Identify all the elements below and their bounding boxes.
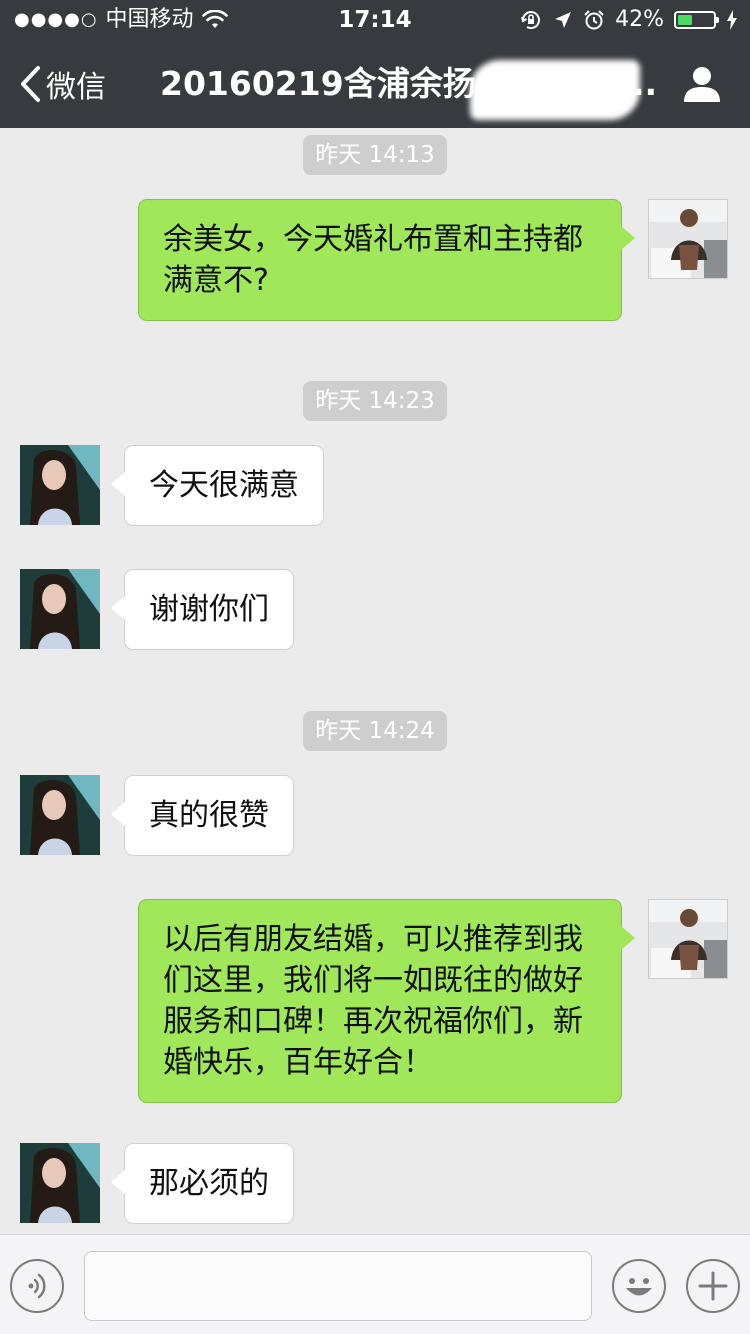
message-bubble-received[interactable]: 那必须的 bbox=[111, 1143, 294, 1224]
emoji-button[interactable] bbox=[612, 1259, 666, 1313]
message-text: 真的很赞 bbox=[149, 798, 269, 833]
avatar-image bbox=[649, 900, 727, 978]
message-list[interactable]: 昨天 14:13 余美女，今天婚礼布置和主持都满意不? 昨天 14:23 今天很… bbox=[0, 128, 750, 1234]
emoji-icon bbox=[626, 1278, 652, 1296]
message-text: 谢谢你们 bbox=[149, 592, 269, 627]
avatar-image bbox=[20, 1143, 100, 1223]
message-bubble-received[interactable]: 真的很赞 bbox=[111, 775, 294, 856]
chevron-left-icon bbox=[21, 66, 40, 102]
avatar-me[interactable] bbox=[648, 199, 728, 279]
voice-button[interactable] bbox=[10, 1259, 64, 1313]
message-input[interactable] bbox=[84, 1251, 592, 1321]
message-bubble-sent[interactable]: 以后有朋友结婚，可以推荐到我们这里，我们将一如既往的做好服务和口碑！再次祝福你们… bbox=[138, 899, 635, 1103]
voice-icon bbox=[28, 1273, 46, 1299]
message-bubble-received[interactable]: 谢谢你们 bbox=[111, 569, 294, 650]
charging-bolt-icon bbox=[727, 10, 737, 30]
plus-icon bbox=[698, 1271, 728, 1301]
input-bar bbox=[0, 1234, 750, 1334]
timestamp-label: 昨天 14:24 bbox=[303, 711, 447, 751]
navigation-bar: 微信 20160219含浦余扬 .. bbox=[0, 40, 750, 128]
avatar-contact[interactable] bbox=[20, 775, 100, 855]
timestamp: 昨天 14:23 bbox=[0, 381, 750, 421]
message-text: 以后有朋友结婚，可以推荐到我们这里，我们将一如既往的做好服务和口碑！再次祝福你们… bbox=[163, 922, 583, 1080]
timestamp-label: 昨天 14:13 bbox=[303, 135, 447, 175]
back-label: 微信 bbox=[46, 70, 106, 105]
avatar-me[interactable] bbox=[648, 899, 728, 979]
back-button[interactable]: 微信 bbox=[18, 60, 106, 108]
plus-button[interactable] bbox=[686, 1259, 740, 1313]
avatar-image bbox=[20, 445, 100, 525]
battery-icon bbox=[674, 11, 719, 29]
alarm-icon bbox=[584, 10, 604, 30]
message-bubble-received[interactable]: 今天很满意 bbox=[111, 445, 324, 526]
message-text: 那必须的 bbox=[149, 1166, 269, 1201]
avatar-contact[interactable] bbox=[20, 569, 100, 649]
title-ellipsis: .. bbox=[632, 64, 658, 103]
location-arrow-icon bbox=[555, 12, 572, 28]
top-bar: ●●●●○ 中国移动 17:14 42% 微信 20160219含浦余扬 .. bbox=[0, 0, 750, 128]
avatar-image bbox=[20, 569, 100, 649]
avatar-image bbox=[649, 200, 727, 278]
message-bubble-sent[interactable]: 余美女，今天婚礼布置和主持都满意不? bbox=[138, 199, 635, 321]
message-text: 余美女，今天婚礼布置和主持都满意不? bbox=[163, 222, 583, 298]
status-bar: ●●●●○ 中国移动 17:14 42% bbox=[0, 0, 750, 40]
person-icon[interactable] bbox=[682, 64, 722, 104]
timestamp: 昨天 14:13 bbox=[0, 135, 750, 175]
avatar-contact[interactable] bbox=[20, 445, 100, 525]
avatar-contact[interactable] bbox=[20, 1143, 100, 1223]
message-text: 今天很满意 bbox=[149, 468, 299, 503]
redaction-mark bbox=[470, 60, 640, 120]
rotation-lock-icon bbox=[521, 11, 541, 30]
battery-percent: 42% bbox=[615, 7, 664, 32]
avatar-image bbox=[20, 775, 100, 855]
battery-level bbox=[678, 15, 692, 25]
timestamp: 昨天 14:24 bbox=[0, 711, 750, 751]
timestamp-label: 昨天 14:23 bbox=[303, 381, 447, 421]
